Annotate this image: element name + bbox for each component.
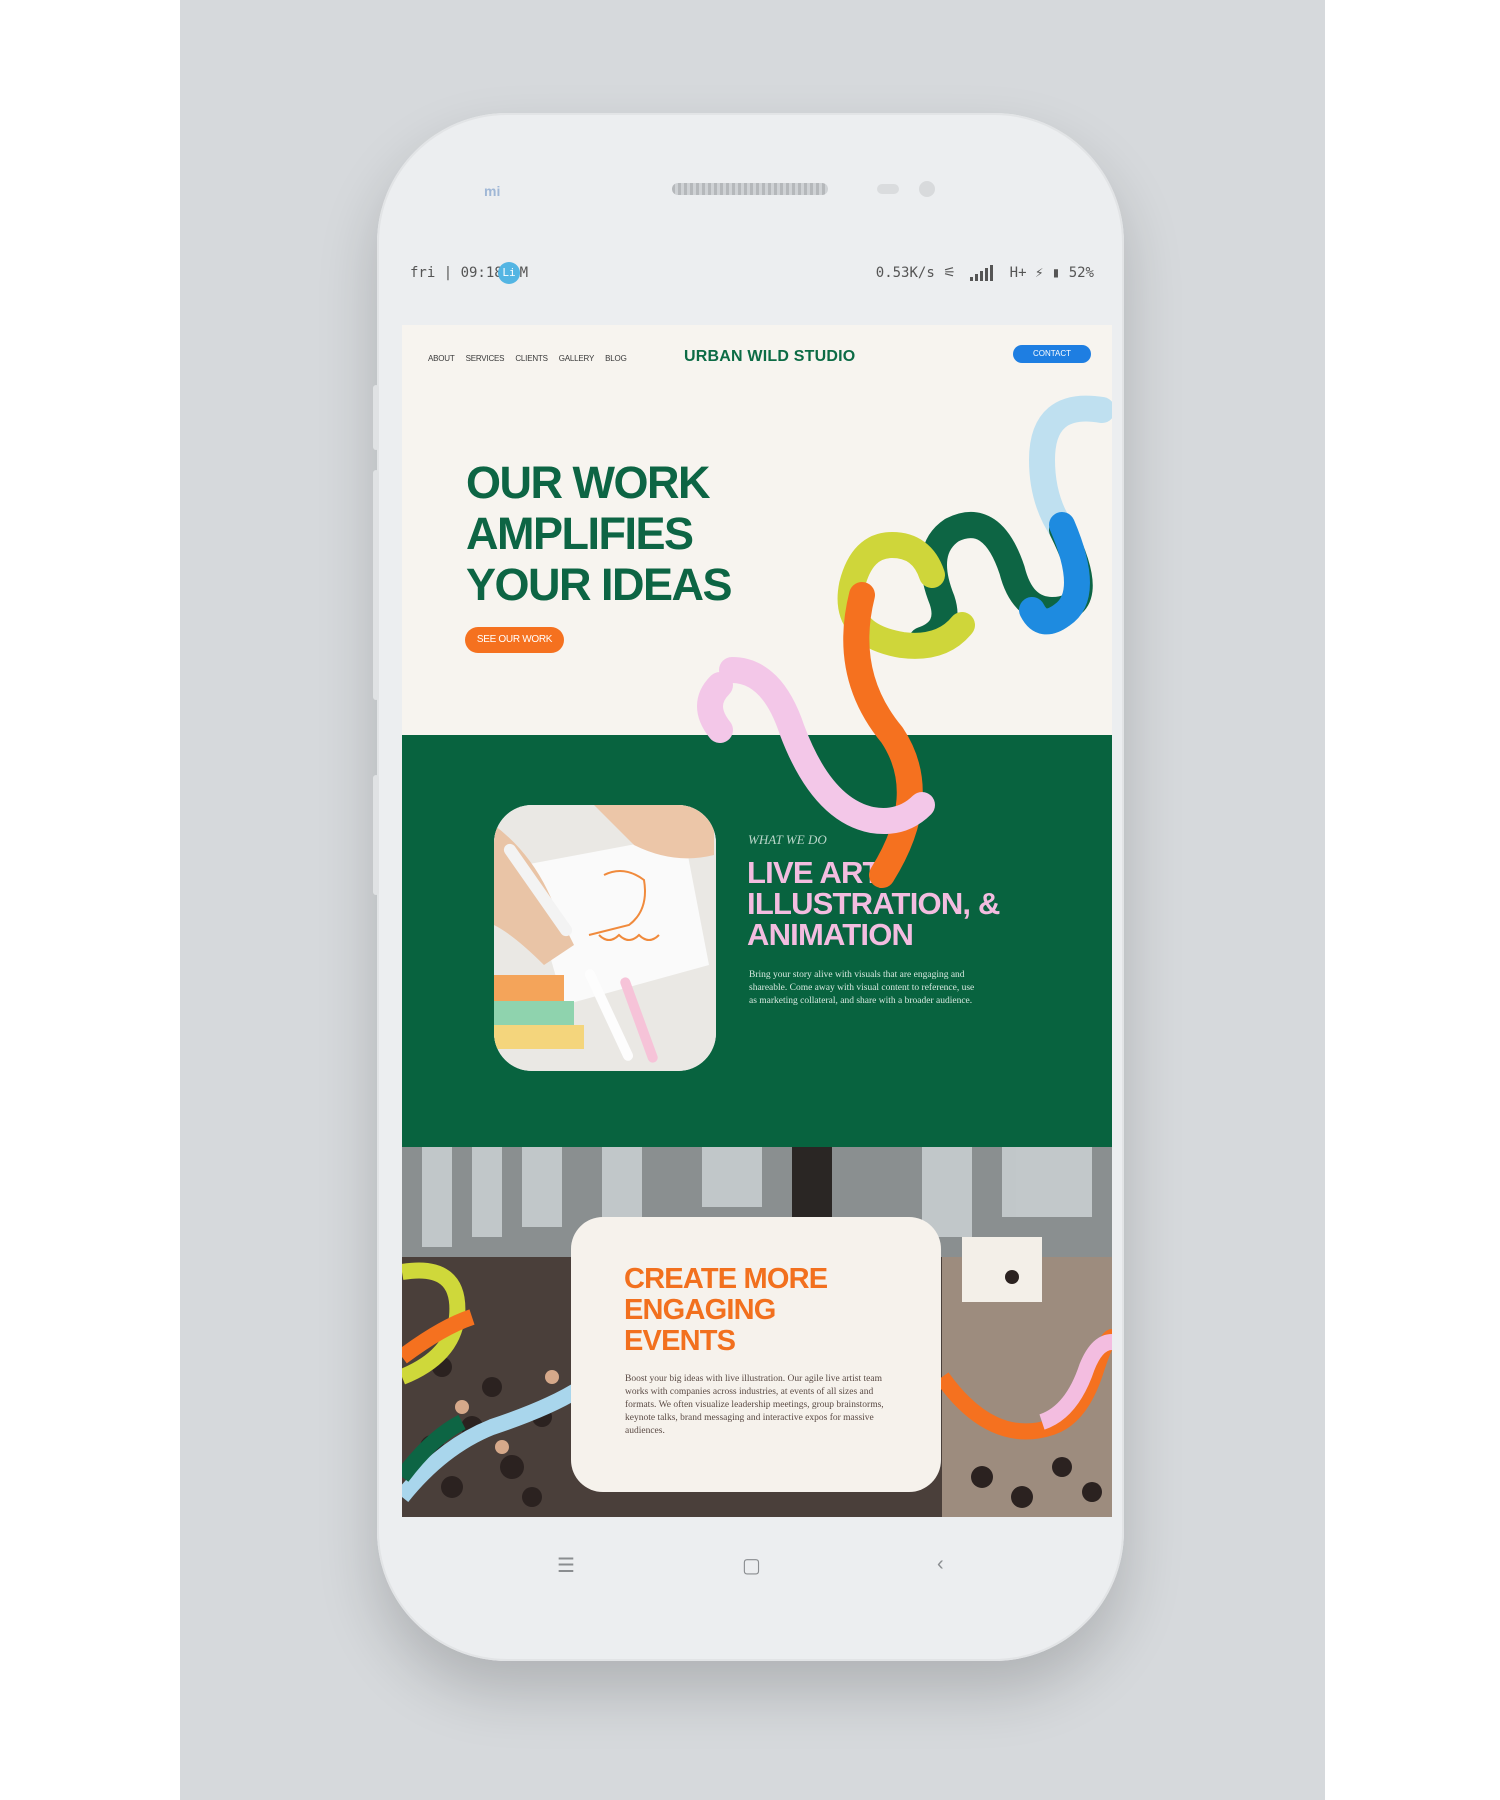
drawing-photo-art — [494, 805, 716, 1071]
menu-icon[interactable]: ☰ — [557, 1553, 575, 1578]
main-nav: ABOUT SERVICES CLIENTS GALLERY BLOG — [428, 354, 636, 363]
status-bar: fri | 09:18 AM Li 0.53K/s ⚟ H+ ⚡ ▮ 52% — [410, 262, 1094, 286]
nav-services[interactable]: SERVICES — [466, 354, 505, 363]
mute-icon: ⚟ — [943, 265, 956, 281]
status-right: 0.53K/s ⚟ H+ ⚡ ▮ 52% — [876, 265, 1094, 281]
hero-section: OUR WORK AMPLIFIES YOUR IDEAS SEE OUR WO… — [402, 385, 1112, 735]
back-icon[interactable]: ‹ — [937, 1553, 944, 1576]
nav-clients[interactable]: CLIENTS — [515, 354, 548, 363]
webpage: ABOUT SERVICES CLIENTS GALLERY BLOG URBA… — [402, 325, 1112, 1517]
home-icon[interactable]: ▢ — [742, 1553, 761, 1578]
services-eyebrow: WHAT WE DO — [748, 832, 827, 847]
services-description: Bring your story alive with visuals that… — [749, 970, 975, 1006]
nav-about[interactable]: ABOUT — [428, 354, 455, 363]
events-description: Boost your big ideas with live illustrat… — [625, 1374, 884, 1436]
site-logo[interactable]: URBAN WILD STUDIO — [684, 348, 855, 366]
network-type: H+ — [1009, 265, 1027, 281]
site-header: ABOUT SERVICES CLIENTS GALLERY BLOG URBA… — [402, 325, 1112, 385]
battery-icon: ▮ — [1051, 265, 1061, 281]
nav-blog[interactable]: BLOG — [605, 354, 627, 363]
events-title: CREATE MORE ENGAGING EVENTS — [624, 1263, 828, 1357]
android-nav-bar: ☰ ▢ ‹ — [377, 1545, 1124, 1595]
side-button — [373, 470, 379, 700]
hero-title: OUR WORK AMPLIFIES YOUR IDEAS — [466, 457, 733, 610]
event-card: CREATE MORE ENGAGING EVENTS Boost your b… — [571, 1217, 941, 1492]
brand-logo: mi — [484, 183, 501, 199]
battery-level: 52% — [1068, 265, 1094, 281]
charging-icon: ⚡ — [1034, 265, 1044, 281]
services-title: LIVE ART, ILLUSTRATION, & ANIMATION — [747, 855, 1000, 952]
notification-icon: Li — [498, 262, 520, 284]
events-section: CREATE MORE ENGAGING EVENTS Boost your b… — [402, 1147, 1112, 1517]
contact-button[interactable]: CONTACT — [1013, 345, 1091, 363]
network-speed: 0.53K/s — [875, 265, 935, 281]
services-section: WHAT WE DO LIVE ART, ILLUSTRATION, & ANI… — [402, 735, 1112, 1147]
drawing-photo — [494, 805, 716, 1071]
see-our-work-button[interactable]: SEE OUR WORK — [465, 627, 564, 653]
nav-gallery[interactable]: GALLERY — [559, 354, 595, 363]
signal-icon — [970, 265, 995, 281]
proximity-sensor — [877, 184, 899, 194]
earpiece — [672, 183, 828, 195]
power-button — [373, 775, 379, 895]
front-camera — [919, 181, 935, 197]
volume-button — [373, 385, 379, 450]
